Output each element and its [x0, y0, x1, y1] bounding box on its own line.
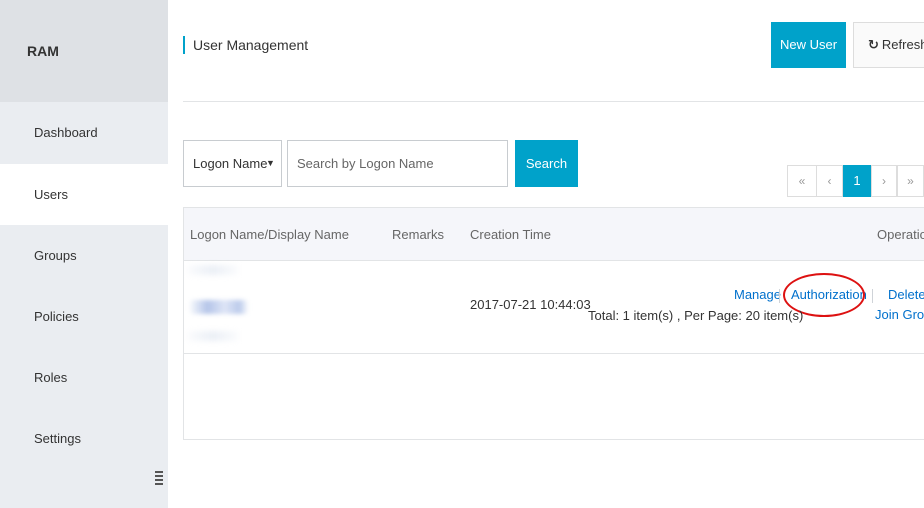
collapse-handle-icon[interactable]	[150, 460, 168, 508]
join-group-link[interactable]: Join Group	[875, 307, 924, 322]
operation-separator	[779, 289, 780, 303]
redacted-overlay	[188, 265, 238, 275]
column-header-operation: Operation	[877, 227, 924, 242]
column-header-remarks: Remarks	[392, 227, 445, 242]
sidebar-item-settings[interactable]: Settings	[0, 408, 168, 469]
search-field-select-value: Logon Name	[193, 156, 268, 171]
caret-down-icon: ▼	[266, 158, 275, 168]
column-header-logon-name: Logon Name/Display Name	[190, 227, 349, 242]
page-title: User Management	[183, 36, 308, 54]
header-divider	[183, 101, 924, 102]
sidebar-item-roles[interactable]: Roles	[0, 347, 168, 408]
new-user-button[interactable]: New User	[771, 22, 846, 68]
pagination-prev-button[interactable]: ‹	[816, 165, 843, 197]
search-input[interactable]	[287, 140, 508, 187]
search-button[interactable]: Search	[515, 140, 578, 187]
sidebar-item-groups[interactable]: Groups	[0, 225, 168, 286]
authorization-link[interactable]: Authorization	[791, 287, 867, 302]
refresh-icon: ↻	[868, 37, 879, 52]
redacted-overlay	[188, 331, 238, 341]
users-table: Logon Name/Display Name Remarks Creation…	[183, 207, 924, 440]
table-row: 2017-07-21 10:44:03 Manage Authorization…	[184, 261, 924, 354]
column-header-creation-time: Creation Time	[470, 227, 551, 242]
sidebar-item-users[interactable]: Users	[0, 164, 168, 225]
table-header: Logon Name/Display Name Remarks Creation…	[184, 208, 924, 261]
sidebar-title: RAM	[0, 0, 168, 102]
pagination-first-button[interactable]: «	[787, 165, 817, 197]
refresh-button[interactable]: ↻ Refresh	[853, 22, 924, 68]
delete-link[interactable]: Delete	[888, 287, 924, 302]
creation-time-cell: 2017-07-21 10:44:03	[470, 297, 591, 312]
operation-separator	[872, 289, 873, 303]
sidebar: RAM Dashboard Users Groups Policies Role…	[0, 0, 168, 508]
manage-link[interactable]: Manage	[734, 287, 781, 302]
pagination-last-button[interactable]: »	[897, 165, 924, 197]
refresh-label: Refresh	[881, 37, 924, 52]
pagination-next-button[interactable]: ›	[871, 165, 897, 197]
pagination-summary: Total: 1 item(s) , Per Page: 20 item(s)	[588, 308, 804, 323]
redacted-logon-name[interactable]	[190, 300, 248, 314]
sidebar-item-policies[interactable]: Policies	[0, 286, 168, 347]
search-field-select[interactable]: Logon Name ▼	[183, 140, 282, 187]
pagination-page-1[interactable]: 1	[843, 165, 871, 197]
sidebar-item-dashboard[interactable]: Dashboard	[0, 102, 168, 164]
